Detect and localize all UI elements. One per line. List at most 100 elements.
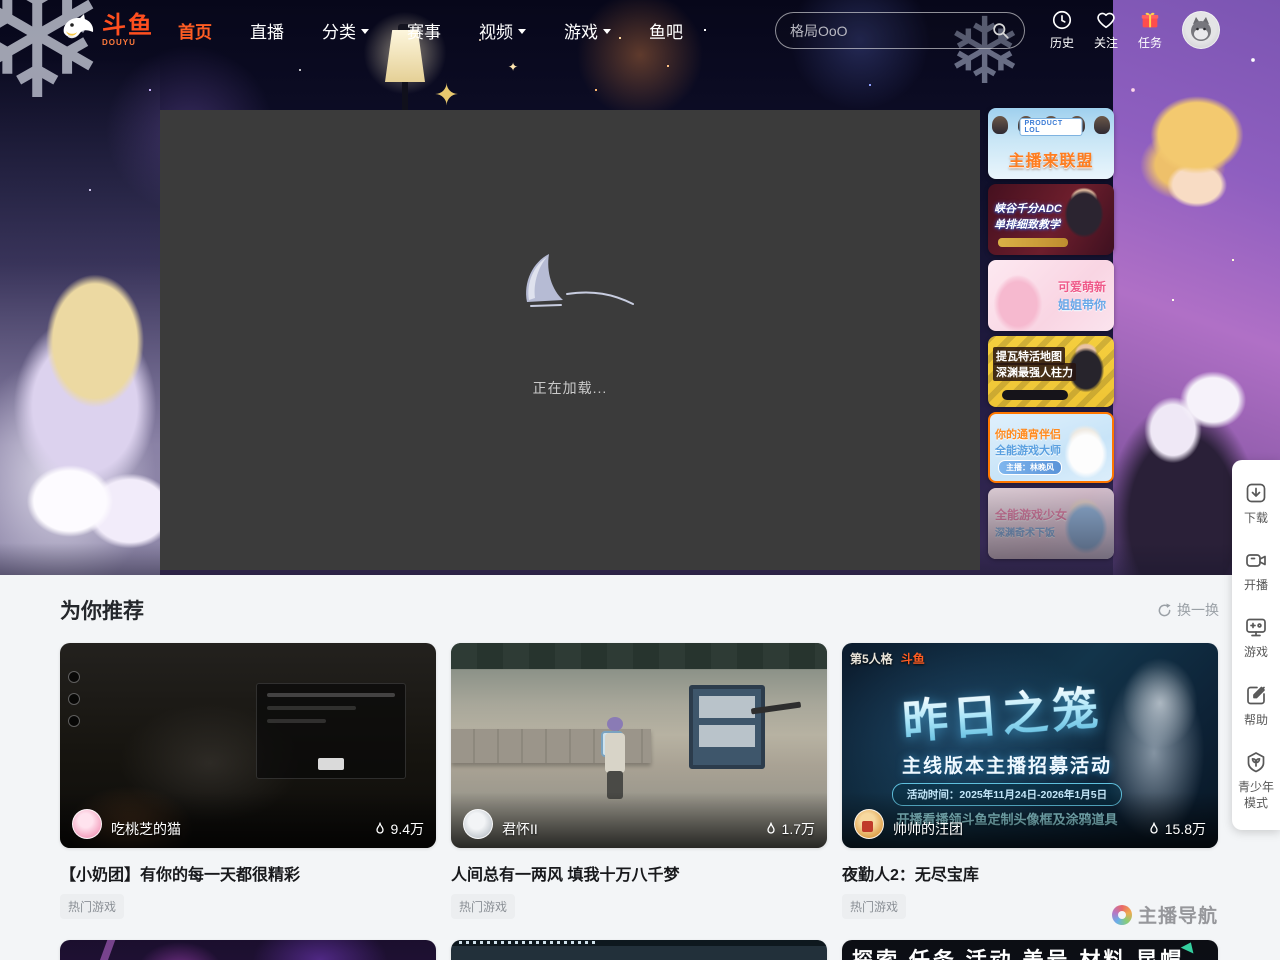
hot-flame-icon	[373, 822, 387, 836]
banner-tag-decoration	[1002, 390, 1068, 400]
game-center-button[interactable]: 游戏	[1232, 604, 1280, 671]
category-tag: 热门游戏	[842, 894, 906, 919]
stream-thumbnail[interactable]	[451, 940, 827, 960]
streamer-name: 吃桃芝的猫	[111, 819, 364, 839]
streamer-name: 帅帅的汪团	[893, 819, 1138, 839]
banner-cute-newbie[interactable]: 可爱萌新 姐姐带你	[988, 260, 1114, 331]
banner-badge: PRODUCT LOL	[1020, 118, 1083, 136]
banner-shade	[988, 488, 1114, 559]
nav-item-categories[interactable]: 分类	[322, 18, 369, 43]
live-player[interactable]: 正在加载...	[160, 110, 980, 570]
banner-streamer-tag: 主播：林晚风	[998, 460, 1062, 475]
stream-thumbnail[interactable]: 第5人格 斗鱼 昨日之笼 主线版本主播招募活动 活动时间：2025年11月24日…	[842, 643, 1218, 848]
floating-toolbar: 下载 开播 游戏 帮助 青少年模式	[1232, 460, 1280, 830]
stream-title[interactable]: 夜勤人2：无尽宝库	[842, 861, 1218, 885]
game-character-decoration	[599, 717, 633, 801]
side-banner-list: PRODUCT LOL 主播来联盟 峡谷千分ADC 单排细致教学 可爱萌新 姐姐…	[988, 108, 1114, 559]
header-actions: 历史 关注 任务	[1040, 9, 1172, 51]
banner-lol-league[interactable]: PRODUCT LOL 主播来联盟	[988, 108, 1114, 179]
stream-thumbnail[interactable]: 吃桃芝的猫 9.4万	[60, 643, 436, 848]
section-title: 为你推荐	[60, 595, 144, 625]
teen-mode-button[interactable]: 青少年模式	[1232, 739, 1280, 822]
banner-line2: 单排细致教学	[994, 216, 1060, 232]
nav-item-video[interactable]: 视频	[479, 18, 526, 43]
viewer-count: 9.4万	[373, 819, 424, 839]
stream-card[interactable]: 吃桃芝的猫 9.4万 【小奶团】有你的每一天都很精彩 热门游戏	[60, 643, 436, 919]
search-bar[interactable]	[775, 12, 1025, 49]
stream-card[interactable]: 第5人格 斗鱼 昨日之笼 主线版本主播招募活动 活动时间：2025年11月24日…	[842, 643, 1218, 919]
card-overlay: 君怀II 1.7万	[451, 792, 827, 848]
search-icon[interactable]	[992, 22, 1010, 40]
tasks-button[interactable]: 任务	[1128, 9, 1172, 51]
download-icon	[1244, 481, 1268, 505]
chevron-down-icon	[361, 29, 369, 34]
nav-item-games[interactable]: 游戏	[564, 18, 611, 43]
stream-thumbnail[interactable]	[60, 940, 436, 960]
star-decoration	[508, 60, 518, 74]
nav-item-yuba[interactable]: 鱼吧	[649, 18, 683, 43]
banner-adc-teaching[interactable]: 峡谷千分ADC 单排细致教学	[988, 184, 1114, 255]
edit-help-icon	[1244, 683, 1268, 707]
hot-flame-icon	[764, 822, 778, 836]
refresh-icon	[1157, 603, 1172, 618]
brand-badge: 斗鱼	[901, 650, 925, 667]
stream-thumbnail[interactable]: 君怀II 1.7万	[451, 643, 827, 848]
streamer-avatar	[72, 809, 102, 839]
clock-icon	[1051, 9, 1073, 31]
recommend-section: 为你推荐 换一换 吃桃芝的猫	[0, 575, 1280, 960]
logo-text: 斗鱼	[102, 14, 154, 38]
card-overlay: 帅帅的汪团 15.8万	[842, 792, 1218, 848]
banner-line1: 可爱萌新	[1058, 278, 1106, 295]
refresh-button[interactable]: 换一换	[1157, 600, 1219, 620]
start-streaming-button[interactable]: 开播	[1232, 537, 1280, 604]
gift-icon	[1139, 9, 1161, 31]
stream-card[interactable]	[60, 940, 436, 960]
promo-subtitle: 主线版本主播招募活动	[842, 751, 1172, 778]
streamer-name: 君怀II	[502, 819, 755, 839]
recommend-card-row-partial: 探索 任务 活动 美号 材料 昆帽	[60, 940, 1219, 960]
heart-icon	[1095, 9, 1117, 31]
chevron-down-icon	[603, 29, 611, 34]
recommend-card-row: 吃桃芝的猫 9.4万 【小奶团】有你的每一天都很精彩 热门游戏	[60, 643, 1219, 919]
history-button[interactable]: 历史	[1040, 9, 1084, 51]
banner-allnight-companion-highlighted[interactable]: 你的通宵伴侣 全能游戏大师 主播：林晚风	[988, 412, 1114, 483]
banner-game-girl[interactable]: 全能游戏少女 深渊奇术下饭	[988, 488, 1114, 559]
main-nav: 首页 直播 分类 赛事 视频 游戏 鱼吧	[178, 18, 683, 43]
card-overlay: 吃桃芝的猫 9.4万	[60, 792, 436, 848]
loading-text: 正在加载...	[533, 378, 608, 398]
thumbnail-text: 探索 任务 活动 美号 材料 昆帽	[852, 944, 1184, 960]
nav-item-home[interactable]: 首页	[178, 18, 212, 43]
user-avatar[interactable]	[1182, 11, 1220, 49]
promo-title: 昨日之笼	[842, 668, 1164, 756]
logo-subtext: DOUYU	[102, 39, 154, 47]
viewer-count: 15.8万	[1147, 819, 1206, 839]
banner-line1: 峡谷千分ADC	[994, 200, 1062, 216]
banner-line1: 你的通宵伴侣	[995, 426, 1061, 442]
stream-title[interactable]: 人间总有一两风 填我十万八千梦	[451, 861, 827, 885]
stream-thumbnail[interactable]: 探索 任务 活动 美号 材料 昆帽	[842, 940, 1218, 960]
nav-item-esports[interactable]: 赛事	[407, 18, 441, 43]
plush-dolls-artwork	[0, 56, 160, 575]
help-feedback-button[interactable]: 帮助	[1232, 672, 1280, 739]
streamer-avatar	[463, 809, 493, 839]
nav-item-live[interactable]: 直播	[250, 18, 284, 43]
banner-tag-decoration	[998, 238, 1068, 247]
bulletin-board-decoration	[689, 685, 765, 769]
follow-button[interactable]: 关注	[1084, 9, 1128, 51]
viewer-count: 1.7万	[764, 819, 815, 839]
banner-line2: 姐姐带你	[1058, 296, 1106, 313]
douyu-logo[interactable]: 斗鱼 DOUYU	[58, 13, 154, 47]
stream-card[interactable]: 君怀II 1.7万 人间总有一两风 填我十万八千梦 热门游戏	[451, 643, 827, 919]
shark-mascot-icon	[58, 13, 98, 47]
banner-teyvat-map[interactable]: 提瓦特活地图 深渊最强人柱力	[988, 336, 1114, 407]
stream-title[interactable]: 【小奶团】有你的每一天都很精彩	[60, 861, 436, 885]
search-input[interactable]	[790, 23, 992, 39]
stream-card[interactable]	[451, 940, 827, 960]
section-header: 为你推荐 换一换	[60, 595, 1219, 625]
cat-avatar-icon	[1183, 12, 1219, 48]
game-dialog-decoration	[256, 683, 406, 779]
download-button[interactable]: 下载	[1232, 470, 1280, 537]
stream-card[interactable]: 探索 任务 活动 美号 材料 昆帽	[842, 940, 1218, 960]
streamer-nav-watermark[interactable]: 主播导航	[1112, 901, 1218, 928]
category-tag: 热门游戏	[451, 894, 515, 919]
